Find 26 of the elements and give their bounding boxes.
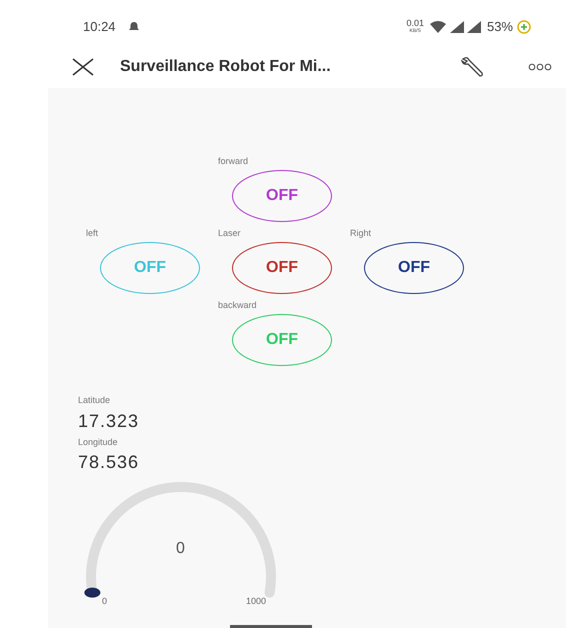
wrench-icon[interactable]: [460, 56, 484, 78]
value-label: Latitude: [78, 394, 112, 407]
battery-charging-icon: [517, 20, 531, 34]
signal-icon: [450, 21, 464, 33]
button-label: forward: [218, 155, 250, 168]
button-label: Right: [350, 227, 372, 240]
app-title: Surveillance Robot For Mi...: [120, 57, 331, 77]
status-time: 10:24: [83, 18, 116, 36]
gauge-thumb[interactable]: [84, 588, 100, 598]
toggle-button[interactable]: OFF: [232, 242, 332, 294]
gauge-min: 0: [102, 595, 108, 608]
gauge-value: 0: [176, 539, 185, 559]
button-label: Laser: [218, 227, 242, 240]
gauge-max: 1000: [246, 595, 266, 608]
button-label: left: [86, 227, 100, 240]
toggle-button[interactable]: OFF: [364, 242, 464, 294]
battery-percent: 53%: [486, 18, 513, 36]
signal-icon: [466, 21, 481, 33]
value-label: Longitude: [78, 436, 119, 449]
more-icon[interactable]: [528, 63, 552, 71]
value-reading: 78.536: [78, 451, 140, 473]
wifi-icon: [430, 21, 446, 33]
close-icon[interactable]: [72, 58, 94, 76]
toggle-button[interactable]: OFF: [232, 170, 332, 222]
button-label: backward: [218, 299, 258, 312]
value-reading: 17.323: [78, 410, 140, 432]
